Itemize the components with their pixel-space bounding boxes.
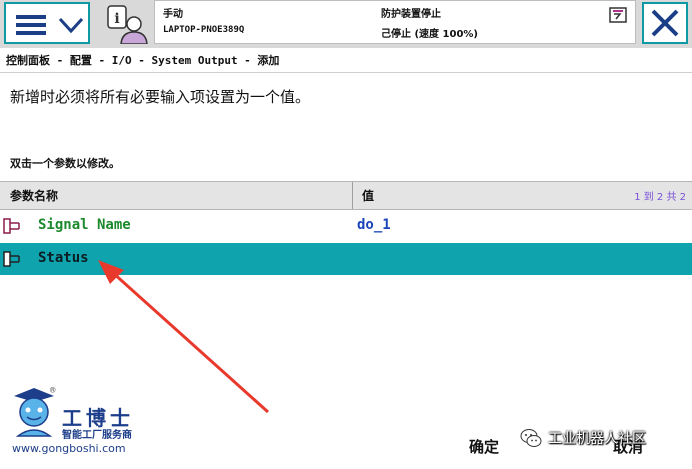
watermark-logo (8, 386, 68, 442)
watermark-registered-mark: ® (50, 386, 56, 396)
watermark-url: www.gongboshi.com (12, 442, 126, 455)
wechat-channel-name: 工业机器人社区 (548, 431, 646, 447)
wechat-icon (520, 428, 542, 448)
ok-button[interactable]: 确定 (456, 432, 512, 462)
annotation-arrow (98, 260, 270, 414)
watermark-slogan: 智能工厂服务商 (62, 430, 132, 441)
